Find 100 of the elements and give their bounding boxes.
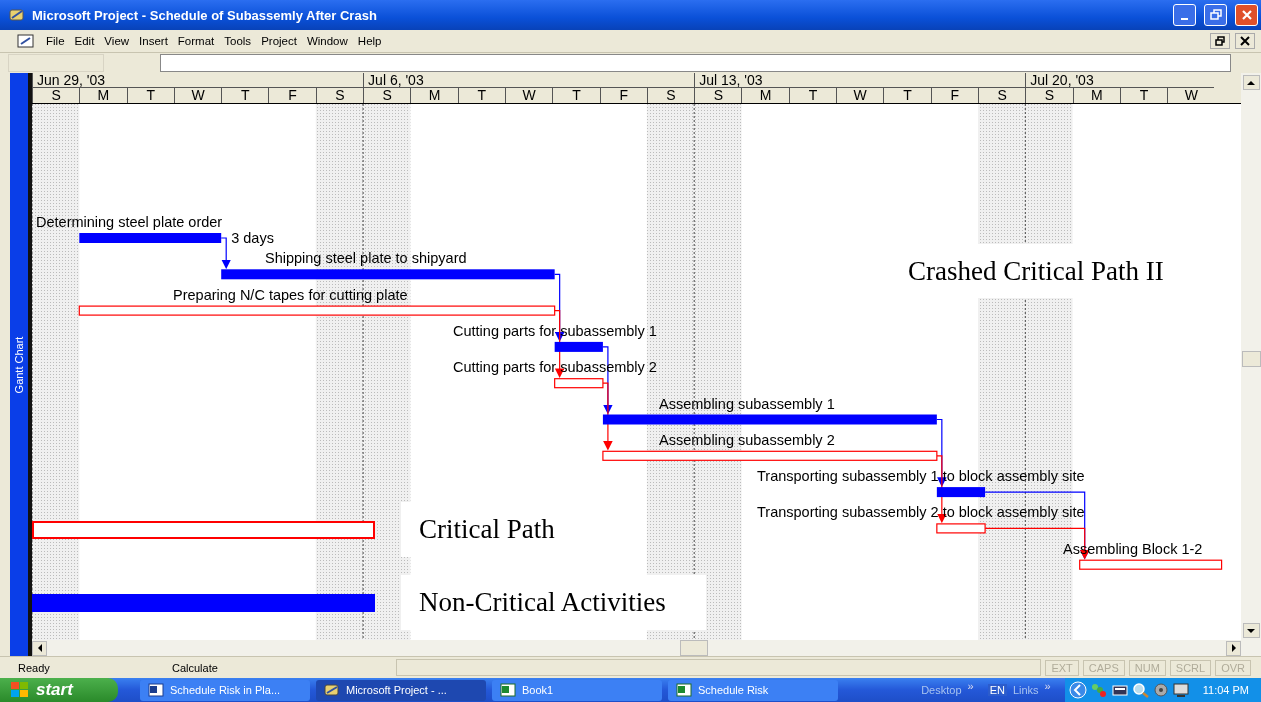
day-label: F xyxy=(930,88,978,103)
view-bar[interactable]: Gantt Chart xyxy=(10,73,32,656)
task-bar[interactable] xyxy=(221,269,555,280)
task-label: Assembling subassembly 1 xyxy=(659,395,835,412)
dependency-arrow xyxy=(602,382,613,451)
document-icon[interactable] xyxy=(16,33,36,49)
day-label: T xyxy=(883,88,931,103)
day-label: M xyxy=(741,88,789,103)
status-indicator: EXT xyxy=(1045,659,1079,676)
caret-icon xyxy=(1247,79,1255,86)
toolbar-chevron[interactable]: » xyxy=(1044,680,1051,692)
week-label: Jul 13, '03 xyxy=(698,73,764,87)
critical-task-bar[interactable] xyxy=(936,523,986,534)
day-label: S xyxy=(712,88,724,103)
status-indicator: OVR xyxy=(1215,659,1251,676)
status-text: Ready xyxy=(17,661,51,674)
scroll-down-button[interactable] xyxy=(1242,623,1260,638)
day-label: M xyxy=(79,88,127,103)
duration-label: 3 days xyxy=(231,230,274,246)
menu-item[interactable]: View xyxy=(100,33,134,49)
menu-item[interactable]: Insert xyxy=(135,33,172,49)
day-label: S xyxy=(381,88,393,103)
day-label: M xyxy=(1072,88,1120,103)
menu-item[interactable]: Help xyxy=(353,33,386,49)
taskbar-button[interactable]: Microsoft Project - ... xyxy=(316,679,486,701)
scroll-up-button[interactable] xyxy=(1242,75,1260,90)
menu-item[interactable]: Window xyxy=(302,33,352,49)
restore-icon xyxy=(1215,36,1225,46)
restore-button[interactable] xyxy=(1204,4,1227,26)
spreadsheet-icon xyxy=(676,683,692,697)
week-label: Jul 6, '03 xyxy=(367,73,425,87)
task-bar[interactable] xyxy=(936,487,986,498)
day-label: T xyxy=(126,88,174,103)
toolbar-label[interactable]: EN xyxy=(987,684,1007,696)
vertical-scrollbar[interactable] xyxy=(1241,73,1261,656)
taskbar-button[interactable]: Schedule Risk xyxy=(668,679,838,701)
day-label: T xyxy=(457,88,505,103)
scroll-left-button[interactable] xyxy=(32,640,47,656)
close-button[interactable] xyxy=(1235,4,1258,26)
close-icon xyxy=(1240,36,1250,46)
task-label: Shipping steel plate to shipyard xyxy=(265,250,467,267)
critical-task-bar[interactable] xyxy=(78,305,556,316)
menu-item[interactable]: Tools xyxy=(220,33,256,49)
day-label: T xyxy=(221,88,269,103)
status-indicator: NUM xyxy=(1128,659,1166,676)
task-label: Transporting subassembly 2 to block assembly site xyxy=(757,504,1085,521)
day-label: T xyxy=(552,88,600,103)
task-label: Cutting parts for subassembly 1 xyxy=(453,322,657,339)
day-label: W xyxy=(173,88,222,103)
magnifier-icon[interactable] xyxy=(1131,682,1150,698)
task-label: Determining steel plate order xyxy=(36,214,223,230)
cell-reference-box[interactable] xyxy=(8,54,104,72)
taskbar-button[interactable]: Schedule Risk in Pla... xyxy=(140,679,310,701)
restore-document-button[interactable] xyxy=(1210,33,1230,49)
taskbar-button[interactable]: Book1 xyxy=(492,679,662,701)
status-indicator: CAPS xyxy=(1082,659,1125,676)
task-label: Transporting subassembly 1 to block assembly site xyxy=(757,468,1085,485)
close-document-button[interactable] xyxy=(1235,33,1255,49)
clock: 11:04 PM xyxy=(1202,684,1249,696)
toolbar-label[interactable]: Links xyxy=(1012,684,1039,696)
day-label: T xyxy=(788,88,837,103)
app-icon xyxy=(8,7,26,23)
entry-field[interactable] xyxy=(160,54,1231,72)
critical-task-bar[interactable] xyxy=(602,450,938,461)
day-label: M xyxy=(410,88,458,103)
menu-item[interactable]: File xyxy=(42,33,69,49)
scroll-thumb[interactable] xyxy=(1241,351,1261,367)
view-label: Gantt Chart xyxy=(13,336,25,393)
critical-task-bar[interactable] xyxy=(554,378,604,389)
toolbar-label[interactable]: Desktop xyxy=(921,684,962,696)
caret-icon xyxy=(1247,627,1255,634)
day-label: W xyxy=(505,88,553,103)
day-label: T xyxy=(1119,88,1168,103)
scroll-thumb[interactable] xyxy=(680,640,708,656)
day-label: W xyxy=(836,88,884,103)
menu-item[interactable]: Project xyxy=(257,33,301,49)
day-label: S xyxy=(646,88,695,103)
week-label: Jul 20, '03 xyxy=(1029,73,1095,87)
status-indicator: SCRL xyxy=(1169,659,1212,676)
task-label: Assembling subassembly 2 xyxy=(659,431,835,448)
app-icon xyxy=(324,683,340,697)
critical-task-bar[interactable] xyxy=(1079,559,1223,570)
window-title: Microsoft Project - Schedule of Subassemly After Crash xyxy=(32,7,377,23)
day-label: F xyxy=(268,88,316,103)
task-bar[interactable] xyxy=(554,341,603,352)
dependency-arrow xyxy=(220,237,231,270)
scroll-right-button[interactable] xyxy=(1226,640,1241,656)
caret-icon xyxy=(36,644,43,652)
horizontal-scrollbar[interactable] xyxy=(32,640,1241,656)
menu-item[interactable]: Edit xyxy=(70,33,99,49)
monitor-icon[interactable] xyxy=(1171,682,1190,698)
minimize-icon xyxy=(1181,18,1188,20)
minimize-button[interactable] xyxy=(1173,4,1196,26)
menu-item[interactable]: Format xyxy=(173,33,219,49)
week-label: Jun 29, '03 xyxy=(36,73,107,87)
task-label: Preparing N/C tapes for cutting plate xyxy=(173,286,408,303)
toolbar-chevron[interactable]: » xyxy=(967,680,974,692)
day-label: S xyxy=(50,88,62,103)
day-label: W xyxy=(1167,88,1215,103)
restore-icon xyxy=(1209,9,1222,21)
